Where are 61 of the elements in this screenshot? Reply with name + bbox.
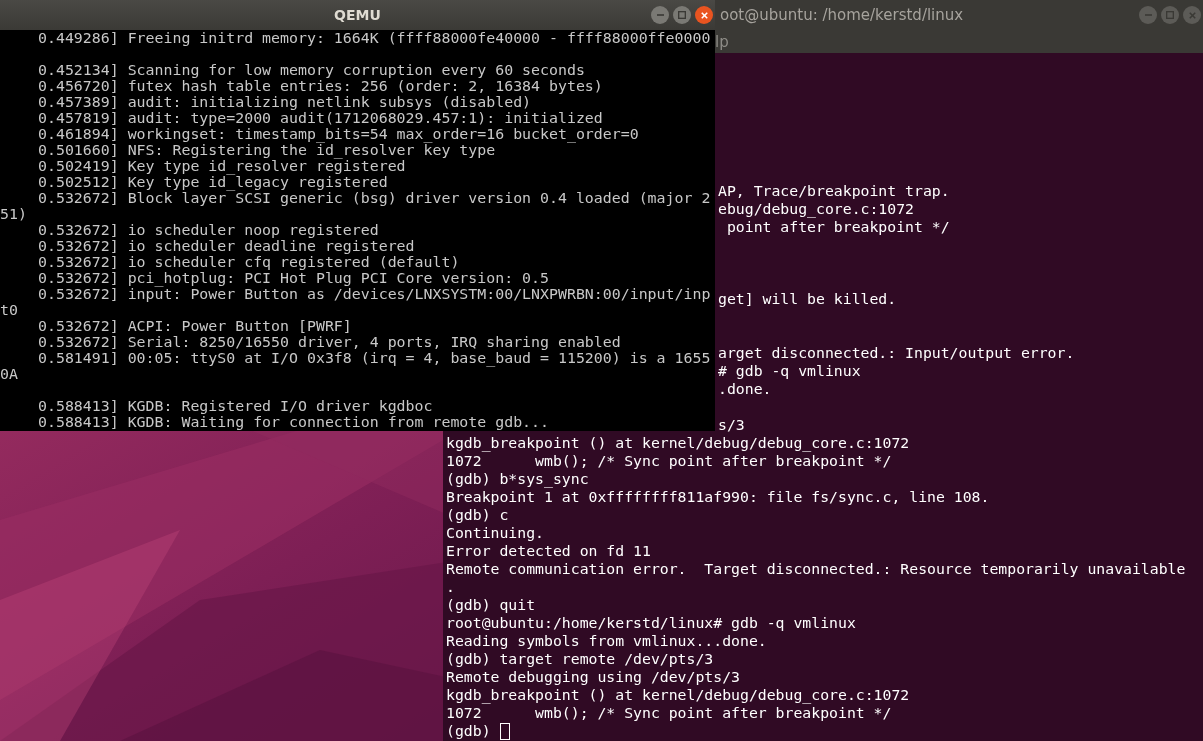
maximize-icon xyxy=(1166,11,1174,19)
console-line: 0.532672] io scheduler cfq registered (default) xyxy=(38,254,460,270)
terminal-line: AP, Trace/breakpoint trap. xyxy=(718,182,950,200)
terminal-line: (gdb) b*sys_sync xyxy=(446,470,589,488)
terminal-line: Breakpoint 1 at 0xffffffff811af990: file fs/sync.c, line 108. xyxy=(446,488,990,506)
terminal-line: (gdb) target remote /dev/pts/3 xyxy=(446,650,714,668)
terminal-line: (gdb) c xyxy=(446,506,509,524)
minimize-icon xyxy=(656,14,664,16)
close-button[interactable] xyxy=(695,6,713,24)
terminal-line: (gdb) quit xyxy=(446,596,536,614)
console-line: 0.532672] Block layer SCSI generic (bsg) driver version 0.4 loaded (major 2 xyxy=(38,190,711,206)
terminal-line: point after breakpoint */ xyxy=(725,218,950,236)
console-line: 0.532672] Serial: 8250/16550 driver, 4 ports, IRQ sharing enabled xyxy=(38,334,621,350)
menu-item[interactable]: lp xyxy=(713,32,731,51)
terminal-line: .done. xyxy=(718,380,772,398)
console-line: 0.449286] Freeing initrd memory: 1664K (ffff88000fe40000 - ffff88000ffe0000 xyxy=(38,30,711,46)
maximize-icon xyxy=(678,11,686,19)
terminal-line: Error detected on fd 11 xyxy=(446,542,651,560)
console-line: 0.461894] workingset: timestamp_bits=54 max_order=16 bucket_order=0 xyxy=(38,126,639,142)
console-line: 51) xyxy=(0,206,27,222)
window-title: QEMU xyxy=(334,7,381,23)
console-line: 0.457819] audit: type=2000 audit(1712068029.457:1): initialized xyxy=(38,110,603,126)
console-line: 0.532672] pci_hotplug: PCI Hot Plug PCI Core version: 0.5 xyxy=(38,270,549,286)
maximize-button[interactable] xyxy=(1161,6,1179,24)
console-line: 0.532672] input: Power Button as /devices/LNXSYSTM:00/LNXPWRBN:00/input/inp xyxy=(38,286,711,302)
terminal-line: arget disconnected.: Input/output error. xyxy=(718,344,1075,362)
terminal-line: 1072 wmb(); /* Sync point after breakpoint */ xyxy=(446,704,892,722)
terminal-line: kgdb_breakpoint () at kernel/debug/debug_core.c:1072 xyxy=(446,686,910,704)
minimize-button[interactable] xyxy=(1139,6,1157,24)
terminal-line: Continuing. xyxy=(446,524,544,542)
close-icon xyxy=(700,11,708,19)
console-line: 0.532672] io scheduler deadline registered xyxy=(38,238,415,254)
terminal-line: kgdb_breakpoint () at kernel/debug/debug_core.c:1072 xyxy=(446,434,910,452)
window-title: oot@ubuntu: /home/kerstd/linux xyxy=(720,6,964,24)
prompt-text: (gdb) xyxy=(446,722,491,740)
terminal-line: 1072 wmb(); /* Sync point after breakpoint */ xyxy=(446,452,892,470)
terminal-line: root@ubuntu:/home/kerstd/linux# gdb -q vmlinux xyxy=(446,614,856,632)
console-line: 0.502419] Key type id_resolver registered xyxy=(38,158,406,174)
minimize-button[interactable] xyxy=(651,6,669,24)
terminal-line: s/3 xyxy=(718,416,745,434)
console-line: 0.502512] Key type id_legacy registered xyxy=(38,174,388,190)
terminal-line: Reading symbols from vmlinux...done. xyxy=(446,632,767,650)
text-cursor xyxy=(499,722,510,740)
console-line: 0.457389] audit: initializing netlink subsys (disabled) xyxy=(38,94,532,110)
close-icon xyxy=(1188,11,1196,19)
console-line: 0.532672] io scheduler noop registered xyxy=(38,222,379,238)
console-line: 0.588413] KGDB: Registered I/O driver kgdboc xyxy=(38,398,433,414)
terminal-line: . xyxy=(446,578,455,596)
console-line: 0.532672] ACPI: Power Button [PWRF] xyxy=(38,318,352,334)
console-line: 0.588413] KGDB: Waiting for connection from remote gdb... xyxy=(38,414,549,430)
console-line: 0.456720] futex hash table entries: 256 (order: 2, 16384 bytes) xyxy=(38,78,603,94)
console-line: t0 xyxy=(0,302,18,318)
terminal-line: get] will be killed. xyxy=(718,290,897,308)
terminal-line: Remote debugging using /dev/pts/3 xyxy=(446,668,740,686)
terminal-line: Remote communication error. Target disconnected.: Resource temporarily unavailable xyxy=(446,560,1186,578)
console-line: 0.581491] 00:05: ttyS0 at I/O 0x3f8 (irq = 4, base_baud = 115200) is a 1655 xyxy=(38,350,711,366)
console-line: 0.501660] NFS: Registering the id_resolver key type xyxy=(38,142,496,158)
terminal-line: # gdb -q vmlinux xyxy=(718,362,861,380)
console-line: 0.452134] Scanning for low memory corruption every 60 seconds xyxy=(38,62,585,78)
console-line: 0A xyxy=(0,366,18,382)
terminal-line: ebug/debug_core.c:1072 xyxy=(718,200,914,218)
